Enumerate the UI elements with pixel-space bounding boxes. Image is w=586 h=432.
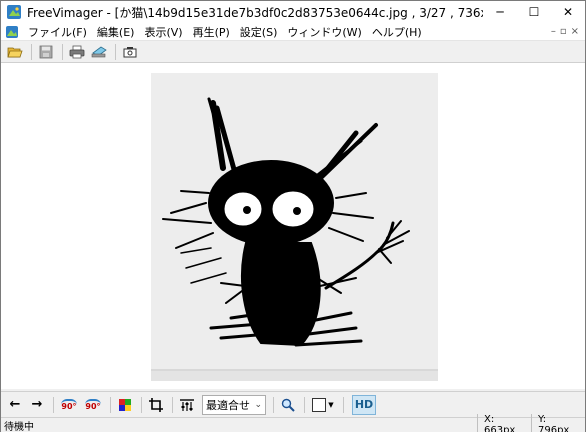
hd-toggle-button[interactable]: HD bbox=[352, 394, 376, 415]
color-adjust-button[interactable] bbox=[115, 396, 135, 414]
background-color-swatch bbox=[312, 397, 327, 412]
menu-file[interactable]: ファイル(F) bbox=[23, 24, 92, 40]
mdi-restore-button[interactable]: ▫ bbox=[560, 26, 567, 37]
mdi-close-button[interactable]: × bbox=[571, 26, 579, 37]
arrow-left-icon: ← bbox=[9, 397, 21, 412]
rotate-ccw-button[interactable]: 90° bbox=[58, 396, 80, 414]
toolbar-separator bbox=[62, 43, 63, 60]
minimize-button[interactable]: ─ bbox=[483, 1, 517, 23]
menu-view[interactable]: 表示(V) bbox=[139, 24, 187, 40]
black-cat-drawing bbox=[162, 97, 410, 347]
close-button[interactable]: ✕ bbox=[551, 1, 585, 23]
crop-button[interactable] bbox=[146, 396, 166, 414]
rotate-cw-button[interactable]: 90° bbox=[82, 396, 104, 414]
app-logo-icon bbox=[6, 4, 22, 20]
displayed-image bbox=[151, 73, 438, 381]
toolbar-separator bbox=[141, 396, 142, 413]
zoom-value: 最適合せ bbox=[206, 398, 250, 412]
levels-button[interactable] bbox=[177, 396, 197, 414]
open-button[interactable] bbox=[5, 43, 25, 61]
rotate-cw-icon: 90° bbox=[85, 398, 101, 411]
minimize-icon: ─ bbox=[496, 5, 504, 19]
save-icon bbox=[39, 45, 53, 58]
levels-icon bbox=[180, 398, 194, 411]
rotate-ccw-icon: 90° bbox=[61, 398, 77, 411]
maximize-button[interactable]: ☐ bbox=[517, 1, 551, 23]
image-bottom-strip bbox=[151, 369, 438, 381]
zoom-dropdown[interactable]: 最適合せ ⌄ bbox=[202, 394, 266, 415]
status-bar: 待機中 X: 663px Y: 796px bbox=[1, 414, 585, 432]
dropdown-arrow-icon: ▼ bbox=[328, 400, 334, 409]
window-title: FreeVimager - [か猫\14b9d15e31de7b3df0c2d8… bbox=[27, 5, 483, 20]
image-canvas[interactable] bbox=[1, 63, 585, 389]
arrow-right-icon: → bbox=[31, 397, 43, 412]
toolbar-separator bbox=[31, 43, 32, 60]
maximize-icon: ☐ bbox=[528, 5, 540, 19]
next-image-button[interactable]: → bbox=[27, 396, 47, 414]
menu-settings[interactable]: 設定(S) bbox=[235, 24, 283, 40]
toolbar-separator bbox=[115, 43, 116, 60]
toolbar-separator bbox=[53, 396, 54, 413]
save-button[interactable] bbox=[36, 43, 56, 61]
menu-bar: ファイル(F) 編集(E) 表示(V) 再生(P) 設定(S) ウィンドウ(W)… bbox=[1, 23, 585, 41]
app-window: FreeVimager - [か猫\14b9d15e31de7b3df0c2d8… bbox=[0, 0, 586, 432]
mdi-minimize-button[interactable]: – bbox=[551, 26, 556, 37]
close-icon: ✕ bbox=[562, 5, 574, 19]
open-folder-icon bbox=[7, 47, 23, 57]
print-button[interactable] bbox=[67, 43, 87, 61]
zoom-tool-button[interactable] bbox=[278, 396, 298, 414]
background-color-button[interactable]: ▼ bbox=[309, 396, 337, 414]
mdi-controls: – ▫ × bbox=[551, 26, 585, 37]
main-toolbar bbox=[1, 41, 585, 63]
toolbar-separator bbox=[273, 396, 274, 413]
menu-help[interactable]: ヘルプ(H) bbox=[367, 24, 427, 40]
toolbar-separator bbox=[343, 396, 344, 413]
menu-play[interactable]: 再生(P) bbox=[188, 24, 235, 40]
cursor-x-readout: X: 663px bbox=[477, 414, 531, 432]
color-swatch-icon bbox=[119, 398, 131, 411]
cursor-y-readout: Y: 796px bbox=[531, 414, 585, 432]
status-message: 待機中 bbox=[4, 421, 34, 432]
crop-icon bbox=[149, 397, 163, 412]
screenshot-button[interactable] bbox=[120, 43, 140, 61]
previous-image-button[interactable]: ← bbox=[5, 396, 25, 414]
scan-button[interactable] bbox=[89, 43, 109, 61]
title-bar[interactable]: FreeVimager - [か猫\14b9d15e31de7b3df0c2d8… bbox=[1, 1, 585, 23]
print-icon bbox=[69, 45, 85, 58]
menu-edit[interactable]: 編集(E) bbox=[92, 24, 140, 40]
scan-icon bbox=[91, 46, 107, 57]
toolbar-separator bbox=[110, 396, 111, 413]
toolbar-separator bbox=[304, 396, 305, 413]
toolbar-separator bbox=[172, 396, 173, 413]
menu-window[interactable]: ウィンドウ(W) bbox=[282, 24, 366, 40]
document-menu-icon[interactable] bbox=[5, 25, 19, 39]
magnifier-icon bbox=[281, 398, 295, 412]
screenshot-icon bbox=[123, 46, 137, 57]
chevron-down-icon: ⌄ bbox=[254, 399, 262, 410]
